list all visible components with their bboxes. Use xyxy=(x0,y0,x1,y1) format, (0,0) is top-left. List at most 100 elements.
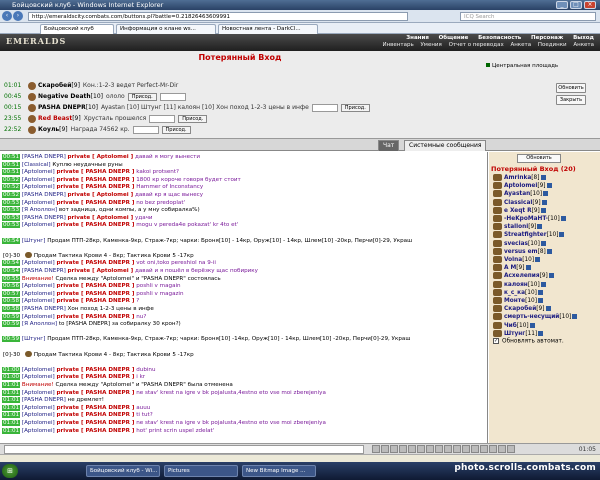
private-tag[interactable]: private [ PASHA DNEPR ] xyxy=(56,200,134,206)
chat-nick[interactable]: [PASHA DNEPR] xyxy=(22,192,66,198)
menu-item-4[interactable]: Выход xyxy=(573,35,594,41)
private-tag[interactable]: private [ PASHA DNEPR ] xyxy=(56,420,134,426)
search-input[interactable]: ICQ Search xyxy=(460,12,596,21)
chat-time[interactable]: 01:01 xyxy=(2,397,21,404)
refresh-zone-button[interactable]: Обновить xyxy=(556,83,586,93)
join-battle-button[interactable]: Присод. xyxy=(161,125,191,134)
private-tag[interactable]: private [ PASHA DNEPR ] xyxy=(56,260,134,266)
chat-nick[interactable]: [Aptolomei] xyxy=(22,390,55,396)
tab-chat[interactable]: Чат xyxy=(378,140,400,151)
refresh-list-button[interactable]: Обновить xyxy=(517,154,561,163)
chat-nick[interactable]: Внимание! xyxy=(22,276,54,282)
forward-icon[interactable]: › xyxy=(13,11,23,21)
chat-time[interactable]: 01:00 xyxy=(2,374,21,381)
chat-time[interactable]: 00:55 xyxy=(2,275,21,282)
chat-nick[interactable]: [Aptolomei] xyxy=(22,428,55,434)
tool-icon[interactable] xyxy=(381,445,389,453)
tool-icon[interactable] xyxy=(498,445,506,453)
chat-nick[interactable]: [Штунг] xyxy=(22,336,46,342)
chat-log[interactable]: 00:51 [PASHA DNEPR] private [ Aptolomei … xyxy=(0,152,488,443)
chat-nick[interactable]: [Aptolomei] xyxy=(22,420,55,426)
chat-time[interactable]: 01:01 xyxy=(2,382,21,388)
chat-time[interactable]: 00:53 xyxy=(2,207,21,214)
taskbar-item-1[interactable]: Pictures xyxy=(164,465,238,477)
chat-time[interactable]: 01:01 xyxy=(2,420,21,426)
private-tag[interactable]: private [ Aptolomei ] xyxy=(68,154,134,160)
player-name[interactable]: смерть-несущий xyxy=(504,314,559,320)
chat-nick[interactable]: [Aptolomei] xyxy=(22,222,55,228)
tool-icon[interactable] xyxy=(453,445,461,453)
join-battle-button[interactable]: Присод. xyxy=(178,114,208,123)
chat-nick[interactable]: [PASHA DNEPR] xyxy=(22,397,66,403)
player-name[interactable]: stalloni xyxy=(504,224,528,230)
tool-icon[interactable] xyxy=(489,445,497,453)
chat-time[interactable]: 00:53 xyxy=(2,222,21,229)
info-icon[interactable] xyxy=(525,265,531,271)
tool-icon[interactable] xyxy=(471,445,479,453)
info-icon[interactable] xyxy=(546,248,552,254)
chat-time[interactable]: 00:57 xyxy=(2,290,21,297)
tool-icon[interactable] xyxy=(426,445,434,453)
info-icon[interactable] xyxy=(572,314,578,320)
private-tag[interactable]: private [ PASHA DNEPR ] xyxy=(56,390,134,396)
player-list-item[interactable]: Штунг[11] xyxy=(493,329,598,339)
submenu-item-2[interactable]: Отчет о переводах xyxy=(449,42,504,48)
chat-time[interactable]: 00:59 xyxy=(2,313,21,320)
menu-item-1[interactable]: Общение xyxy=(439,35,469,41)
chat-time[interactable]: 00:52 xyxy=(2,184,21,191)
url-field[interactable]: http://emeraldscity.combats.com/buttons.… xyxy=(28,12,408,21)
chat-nick[interactable]: [Aptolomei] xyxy=(22,291,55,297)
checkbox-icon[interactable]: ✓ xyxy=(493,338,499,344)
submenu-item-0[interactable]: Инвентарь xyxy=(382,42,413,48)
chat-time[interactable]: 01:01 xyxy=(2,427,21,434)
tab-2[interactable]: Новостная лента - DarkCl... xyxy=(218,24,318,34)
info-icon[interactable] xyxy=(529,322,535,328)
chat-time[interactable]: 01:00 xyxy=(2,366,21,373)
submenu-item-3[interactable]: Анкета xyxy=(510,42,531,48)
battle-input[interactable] xyxy=(311,103,338,112)
chat-time[interactable]: 00:51 xyxy=(2,169,21,176)
info-icon[interactable] xyxy=(535,257,541,262)
player-name[interactable]: Скаробей xyxy=(504,306,536,312)
info-icon[interactable] xyxy=(537,289,543,295)
chat-time[interactable]: 00:54 xyxy=(2,260,21,267)
menu-item-2[interactable]: Безопасность xyxy=(478,35,521,41)
player-name[interactable]: Classical xyxy=(504,200,532,206)
chat-time[interactable]: 00:54 xyxy=(2,237,21,244)
submenu-item-5[interactable]: Анкета xyxy=(573,42,594,48)
player-name[interactable]: Асхелепия xyxy=(504,273,540,279)
chat-nick[interactable]: [Aptolomei] xyxy=(22,367,55,373)
player-name[interactable]: A M xyxy=(504,265,516,271)
chat-time[interactable]: 00:54 xyxy=(2,268,21,274)
chat-nick[interactable]: [Я Аполлон] xyxy=(22,207,57,213)
private-tag[interactable]: private [ PASHA DNEPR ] xyxy=(56,314,134,320)
menu-item-3[interactable]: Персонаж xyxy=(531,35,563,41)
start-button[interactable]: ⊞ xyxy=(2,464,18,478)
chat-time[interactable]: 00:52 xyxy=(2,192,21,198)
info-icon[interactable] xyxy=(540,281,546,287)
info-icon[interactable] xyxy=(543,191,549,197)
tool-icon[interactable] xyxy=(390,445,398,453)
chat-nick[interactable]: [PASHA DNEPR] xyxy=(22,306,66,312)
maximize-icon[interactable]: □ xyxy=(570,1,582,9)
chat-nick[interactable]: [Aptolomei] xyxy=(22,260,55,266)
join-battle-button[interactable]: Присод. xyxy=(340,103,370,112)
taskbar-item-0[interactable]: Бойцовский клуб - Wi... xyxy=(86,465,160,477)
tool-icon[interactable] xyxy=(435,445,443,453)
battle-input[interactable] xyxy=(132,125,159,134)
chat-time[interactable]: 00:58 xyxy=(2,306,21,312)
private-tag[interactable]: private [ PASHA DNEPR ] xyxy=(56,298,134,304)
chat-nick[interactable]: [Aptolomei] xyxy=(22,283,55,289)
info-icon[interactable] xyxy=(537,298,543,303)
chat-nick[interactable]: [Aptolomei] xyxy=(22,169,55,175)
submenu-item-4[interactable]: Поединки xyxy=(538,42,567,48)
chat-time[interactable]: 01:01 xyxy=(2,389,21,396)
info-icon[interactable] xyxy=(560,216,566,221)
player-name[interactable]: Volna xyxy=(504,257,522,263)
private-tag[interactable]: private [ PASHA DNEPR ] xyxy=(56,428,134,434)
chat-time[interactable]: 00:59 xyxy=(2,321,21,328)
player-name[interactable]: versus em xyxy=(504,249,538,255)
chat-time[interactable]: 00:56 xyxy=(2,283,21,290)
battle-input[interactable] xyxy=(159,92,186,101)
info-icon[interactable] xyxy=(546,183,552,189)
